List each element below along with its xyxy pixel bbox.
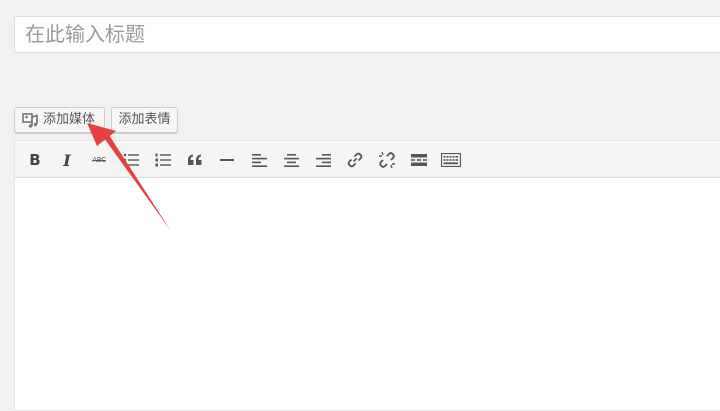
strikethrough-icon: ABC — [92, 156, 106, 164]
align-left-icon — [251, 153, 267, 167]
italic-button[interactable]: I — [55, 148, 79, 172]
media-icon — [22, 113, 38, 128]
align-center-icon — [283, 153, 299, 167]
add-emoji-button[interactable]: 添加表情 — [111, 107, 178, 133]
remove-link-button[interactable] — [375, 148, 399, 172]
align-right-button[interactable] — [311, 148, 335, 172]
blockquote-button[interactable] — [183, 148, 207, 172]
add-emoji-label: 添加表情 — [118, 112, 171, 127]
numbered-list-icon — [155, 153, 171, 167]
blockquote-icon — [188, 154, 202, 165]
title-input[interactable] — [14, 16, 720, 53]
toolbar-toggle-button[interactable] — [439, 148, 463, 172]
bulleted-list-icon — [123, 153, 139, 167]
strikethrough-button[interactable]: ABC — [87, 148, 111, 172]
read-more-icon — [411, 154, 427, 166]
add-media-button[interactable]: 添加媒体 — [14, 107, 105, 133]
editor-content-area[interactable] — [15, 178, 720, 410]
numbered-list-button[interactable] — [151, 148, 175, 172]
horizontal-line-button[interactable] — [215, 148, 239, 172]
bulleted-list-button[interactable] — [119, 148, 143, 172]
editor: B I ABC — [14, 140, 720, 411]
editor-toolbar: B I ABC — [15, 141, 720, 178]
insert-link-button[interactable] — [343, 148, 367, 172]
add-media-label: 添加媒体 — [43, 112, 96, 127]
align-center-button[interactable] — [279, 148, 303, 172]
keyboard-icon — [441, 153, 461, 167]
horizontal-line-icon — [220, 159, 234, 161]
bold-button[interactable]: B — [23, 148, 47, 172]
align-left-button[interactable] — [247, 148, 271, 172]
link-icon — [347, 152, 363, 168]
read-more-button[interactable] — [407, 148, 431, 172]
unlink-icon — [379, 151, 395, 169]
italic-icon: I — [63, 150, 71, 170]
bold-icon: B — [29, 151, 41, 169]
align-right-icon — [315, 153, 331, 167]
